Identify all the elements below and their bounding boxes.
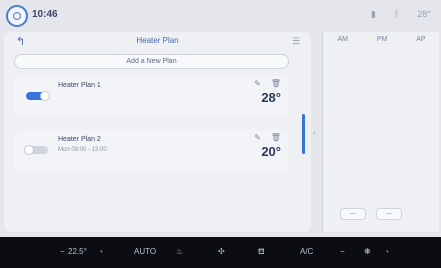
plan-card[interactable]: Heater Plan 1 ✎ 🗑 28° bbox=[14, 76, 289, 116]
status-bar: 10:46 ▮ ᛒ 28° bbox=[0, 0, 441, 30]
driver-temperature: 22.5° bbox=[68, 247, 87, 256]
plan-temperature: 28° bbox=[261, 90, 281, 105]
page-title: Heater Plan bbox=[136, 36, 179, 45]
fan-speed-icon: ❋ bbox=[364, 247, 371, 256]
toggle-knob bbox=[24, 145, 34, 155]
add-plan-button[interactable]: Add a New Plan bbox=[14, 54, 289, 69]
heater-plan-panel: ↰ Heater Plan ☰ Add a New Plan Heater Pl… bbox=[4, 32, 311, 232]
clock: 10:46 bbox=[32, 9, 58, 20]
menu-icon[interactable]: ☰ bbox=[292, 36, 300, 47]
side-panel: AM PM AP bbox=[322, 32, 439, 232]
tab-am[interactable]: AM bbox=[337, 36, 348, 43]
scrollbar[interactable] bbox=[302, 114, 305, 154]
ac-button[interactable]: A/C bbox=[300, 247, 313, 256]
period-tabs: AM PM AP bbox=[323, 36, 440, 43]
tab-ap[interactable]: AP bbox=[416, 36, 425, 43]
side-button-right[interactable]: — bbox=[376, 208, 402, 220]
home-button[interactable] bbox=[6, 5, 28, 27]
status-icons: ▮ ᛒ 28° bbox=[371, 9, 431, 20]
edit-icon[interactable]: ✎ bbox=[254, 79, 261, 88]
plan-card[interactable]: Heater Plan 2 Mon 09:00 - 13:00 ✎ 🗑 20° bbox=[14, 130, 289, 170]
tab-pm[interactable]: PM bbox=[377, 36, 388, 43]
plan-actions: ✎ 🗑 bbox=[254, 79, 281, 88]
seat-icon[interactable]: ⛾ bbox=[258, 247, 265, 257]
plan-actions: ✎ 🗑 bbox=[254, 133, 281, 142]
delete-icon[interactable]: 🗑 bbox=[271, 79, 281, 88]
seat-heat-icon[interactable]: ♨ bbox=[176, 247, 183, 256]
fan-decrease-button[interactable]: − bbox=[340, 247, 345, 256]
plan-schedule: Mon 09:00 - 13:00 bbox=[58, 147, 107, 153]
home-icon bbox=[13, 12, 21, 20]
temp-decrease-button[interactable]: − bbox=[60, 247, 65, 256]
panel-header: ↰ Heater Plan ☰ bbox=[4, 32, 311, 50]
plan-toggle[interactable] bbox=[26, 91, 50, 101]
plan-name: Heater Plan 2 bbox=[58, 136, 101, 143]
delete-icon[interactable]: 🗑 bbox=[271, 133, 281, 142]
plan-name: Heater Plan 1 bbox=[58, 82, 101, 89]
bluetooth-icon: ᛒ bbox=[393, 9, 400, 19]
side-button-left[interactable]: — bbox=[340, 208, 366, 220]
signal-icon: ▮ bbox=[371, 9, 376, 19]
auto-button[interactable]: AUTO bbox=[134, 247, 156, 256]
temp-increase-button[interactable]: • bbox=[100, 247, 103, 256]
fan-increase-button[interactable]: • bbox=[386, 247, 389, 256]
edit-icon[interactable]: ✎ bbox=[254, 133, 261, 142]
plan-temperature: 20° bbox=[261, 144, 281, 159]
fan-icon[interactable]: ✣ bbox=[218, 247, 225, 256]
chevron-left-icon[interactable]: ‹ bbox=[313, 128, 316, 137]
outside-temperature: 28° bbox=[417, 9, 431, 19]
app-screen: 10:46 ▮ ᛒ 28° ↰ Heater Plan ☰ Add a New … bbox=[0, 0, 441, 237]
side-buttons: — — bbox=[340, 208, 402, 220]
toggle-knob bbox=[40, 91, 50, 101]
plan-toggle[interactable] bbox=[24, 145, 48, 155]
climate-bar: − 22.5° • AUTO ♨ ✣ ⛾ A/C − ❋ • bbox=[0, 237, 441, 268]
